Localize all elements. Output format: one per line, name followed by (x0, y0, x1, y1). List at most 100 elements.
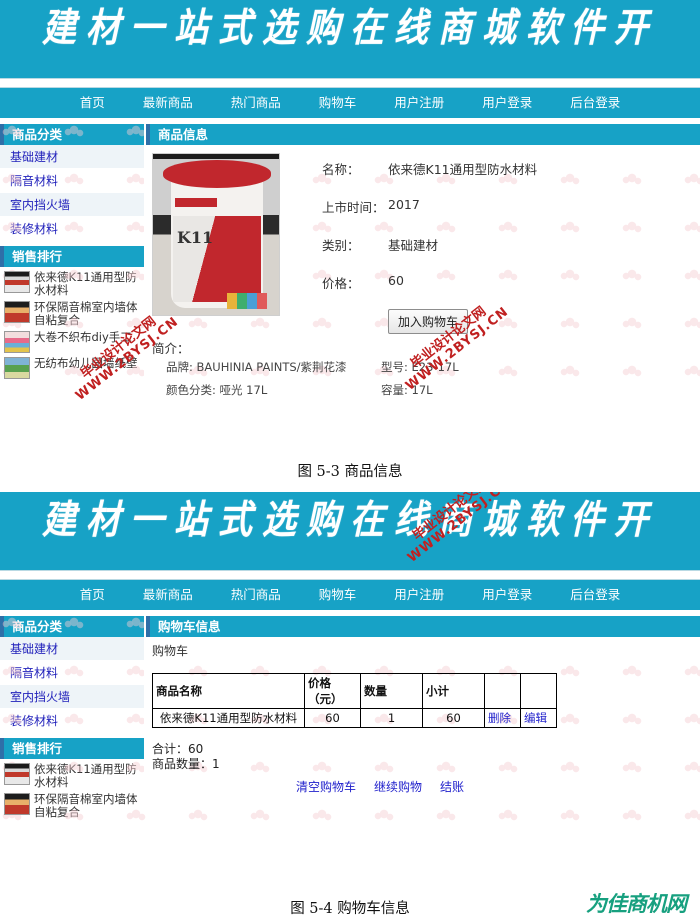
product-image: K11 (152, 153, 280, 316)
sidebar-category-list: 基础建材 隔音材料 室内挡火墙 装修材料 (0, 145, 144, 241)
product-intro-grid: 品牌: BAUHINIA PAINTS/紫荆花漆 型号: E23-17L 颜色分… (146, 359, 700, 398)
cart-subtitle: 购物车 (152, 644, 189, 658)
product-panel-title: 商品信息 (146, 124, 700, 145)
product-field-release-date: 上市时间： 2017 (322, 197, 700, 216)
delete-link[interactable]: 删除 (488, 711, 511, 725)
sidebar: 商品分类 基础建材 隔音材料 室内挡火墙 装修材料 销售排行 依来德K11通用型… (0, 616, 144, 821)
product-field-price: 价格： 60 (322, 273, 700, 292)
screenshot-shopping-cart: 建材一站式选购在线商城软件开 首页 最新商品 热门商品 购物车 用户注册 用户登… (0, 492, 700, 877)
field-label: 价格： (322, 276, 360, 291)
cart-item-count: 商品数量：1 (152, 757, 220, 771)
cart-total-amount: 合计：60 (152, 742, 204, 756)
product-main-panel: 商品信息 K11 名称： 依来德K11通用型防水材料 上市时间： 2017 类别… (144, 124, 700, 405)
nav-item-login[interactable]: 用户登录 (463, 580, 551, 610)
sidebar-item-firewall[interactable]: 室内挡火墙 (0, 193, 144, 217)
table-header-row: 商品名称 价格 （元） 数量 小计 (152, 673, 557, 709)
intro-row-color: 颜色分类: 哑光 17L 容量: 17L (166, 382, 700, 398)
product-thumbnail-icon (4, 271, 30, 293)
list-item[interactable]: 无纺布幼儿园墙纸壁 (0, 355, 144, 381)
screenshot-product-info: 建材一站式选购在线商城软件开 首页 最新商品 热门商品 购物车 用户注册 用户登… (0, 0, 700, 440)
cart-main-panel: 购物车信息 购物车 商品名称 价格 （元） 数量 小计 依来德K11通用型防水材… (144, 616, 700, 795)
nav-item-hot-products[interactable]: 热门商品 (212, 580, 300, 610)
nav-item-new-products[interactable]: 最新商品 (124, 88, 212, 118)
add-to-cart-button[interactable]: 加入购物车 (388, 309, 469, 334)
sidebar-category-header: 商品分类 (0, 616, 144, 637)
cart-totals: 合计：60 商品数量：1 (146, 728, 700, 772)
nav-item-new-products[interactable]: 最新商品 (124, 580, 212, 610)
rank-item-label: 大卷不织布diy手工 (34, 330, 132, 344)
nav-item-login[interactable]: 用户登录 (463, 88, 551, 118)
column-header-name: 商品名称 (152, 673, 305, 709)
nav-item-cart[interactable]: 购物车 (300, 580, 376, 610)
sidebar-item-decoration[interactable]: 装修材料 (0, 217, 144, 241)
product-color-swatch (227, 293, 267, 309)
continue-shopping-link[interactable]: 继续购物 (374, 778, 422, 795)
product-thumbnail-icon (4, 793, 30, 815)
field-label: 类别： (322, 238, 360, 253)
clear-cart-link[interactable]: 清空购物车 (296, 778, 356, 795)
column-header-price: 价格 （元） (304, 673, 361, 709)
sidebar-item-firewall[interactable]: 室内挡火墙 (0, 685, 144, 709)
intro-model: 型号: E23-17L (381, 360, 459, 374)
sidebar-item-soundproof[interactable]: 隔音材料 (0, 661, 144, 685)
cell-subtotal: 60 (422, 708, 485, 728)
list-item[interactable]: 依来德K11通用型防水材料 (0, 761, 144, 791)
sidebar-item-soundproof[interactable]: 隔音材料 (0, 169, 144, 193)
nav-item-hot-products[interactable]: 热门商品 (212, 88, 300, 118)
list-item[interactable]: 环保隔音棉室内墙体自粘复合 (0, 791, 144, 821)
delete-link-cell[interactable]: 删除 (484, 708, 521, 728)
nav-item-register[interactable]: 用户注册 (375, 580, 463, 610)
product-bucket-tag-shape (175, 198, 217, 207)
sidebar-category-list: 基础建材 隔音材料 室内挡火墙 装修材料 (0, 637, 144, 733)
product-image-text: K11 (177, 228, 214, 247)
site-banner: 建材一站式选购在线商城软件开 (0, 492, 700, 570)
column-header-price-line2: （元） (308, 692, 343, 706)
list-item[interactable]: 依来德K11通用型防水材料 (0, 269, 144, 299)
table-row: 依来德K11通用型防水材料 60 1 60 删除 编辑 (152, 708, 557, 728)
sidebar-rank-list: 依来德K11通用型防水材料 环保隔音棉室内墙体自粘复合 大卷不织布diy手工 无… (0, 267, 144, 381)
sidebar-rank-list: 依来德K11通用型防水材料 环保隔音棉室内墙体自粘复合 (0, 759, 144, 821)
nav-item-home[interactable]: 首页 (61, 580, 124, 610)
edit-link[interactable]: 编辑 (524, 711, 547, 725)
product-thumbnail-icon (4, 357, 30, 379)
sidebar-item-basic-materials[interactable]: 基础建材 (0, 145, 144, 169)
product-field-name: 名称： 依来德K11通用型防水材料 (322, 159, 700, 178)
sidebar-item-decoration[interactable]: 装修材料 (0, 709, 144, 733)
product-intro-label: 简介： (152, 341, 190, 356)
page-content: 商品分类 基础建材 隔音材料 室内挡火墙 装修材料 销售排行 依来德K11通用型… (0, 124, 700, 405)
sidebar-item-basic-materials[interactable]: 基础建材 (0, 637, 144, 661)
edit-link-cell[interactable]: 编辑 (520, 708, 557, 728)
list-item[interactable]: 环保隔音棉室内墙体自粘复合 (0, 299, 144, 329)
nav-item-admin-login[interactable]: 后台登录 (551, 580, 639, 610)
sidebar: 商品分类 基础建材 隔音材料 室内挡火墙 装修材料 销售排行 依来德K11通用型… (0, 124, 144, 381)
field-label: 名称： (322, 162, 360, 177)
column-header-price-line1: 价格 (308, 676, 331, 690)
column-header-action-delete (484, 673, 521, 709)
field-value: 基础建材 (388, 238, 439, 253)
product-bucket-lid-shape (163, 160, 271, 188)
cell-quantity: 1 (360, 708, 423, 728)
sidebar-category-header: 商品分类 (0, 124, 144, 145)
rank-item-label: 依来德K11通用型防水材料 (34, 270, 137, 297)
list-item[interactable]: 大卷不织布diy手工 (0, 329, 144, 355)
intro-brand: 品牌: BAUHINIA PAINTS/紫荆花漆 (166, 360, 347, 374)
nav-item-register[interactable]: 用户注册 (375, 88, 463, 118)
field-label: 上市时间： (322, 200, 385, 215)
field-value: 依来德K11通用型防水材料 (388, 162, 538, 177)
cart-panel-title: 购物车信息 (146, 616, 700, 637)
nav-item-home[interactable]: 首页 (61, 88, 124, 118)
product-thumbnail-icon (4, 763, 30, 785)
nav-item-admin-login[interactable]: 后台登录 (551, 88, 639, 118)
field-value: 60 (388, 273, 404, 288)
rank-item-label: 环保隔音棉室内墙体自粘复合 (34, 300, 138, 327)
nav-item-cart[interactable]: 购物车 (300, 88, 376, 118)
main-navigation[interactable]: 首页 最新商品 热门商品 购物车 用户注册 用户登录 后台登录 (0, 580, 700, 610)
intro-row-brand: 品牌: BAUHINIA PAINTS/紫荆花漆 型号: E23-17L (166, 359, 700, 375)
banner-divider (0, 78, 700, 88)
main-navigation[interactable]: 首页 最新商品 热门商品 购物车 用户注册 用户登录 后台登录 (0, 88, 700, 118)
rank-item-label: 无纺布幼儿园墙纸壁 (34, 356, 138, 370)
checkout-link[interactable]: 结账 (440, 778, 464, 795)
document-page: 建材一站式选购在线商城软件开 首页 最新商品 热门商品 购物车 用户注册 用户登… (0, 0, 700, 924)
footer-brand-logo: 为佳商机网 (586, 892, 687, 916)
column-header-quantity: 数量 (360, 673, 423, 709)
